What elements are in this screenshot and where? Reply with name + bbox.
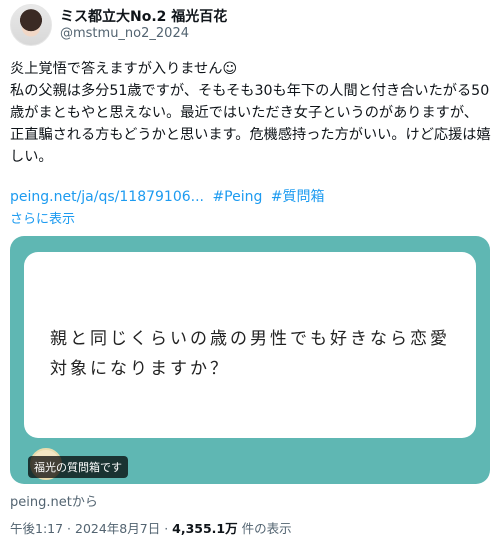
- hashtag-question-box[interactable]: #質問箱: [271, 189, 325, 205]
- author-display-name[interactable]: ミス都立大No.2 福光百花: [60, 6, 227, 26]
- tweet-text: 炎上覚悟で答えますが入りません☺ 私の父親は多分51歳ですが、そもそも30も年下…: [10, 61, 491, 165]
- show-more-link[interactable]: さらに表示: [10, 208, 75, 227]
- author-handle[interactable]: @mstmu_no2_2024: [60, 26, 189, 41]
- card-source[interactable]: peing.netから: [10, 491, 98, 510]
- view-count[interactable]: 4,355.1万: [172, 521, 238, 536]
- link-card[interactable]: 親と同じくらいの歳の男性でも好きなら恋愛対象になりますか？ 福光の質問箱です: [10, 236, 490, 484]
- peing-link[interactable]: peing.net/ja/qs/11879106...: [10, 189, 204, 205]
- view-count-label: 件の表示: [237, 521, 292, 536]
- meta-separator: ·: [63, 521, 75, 536]
- tweet-date[interactable]: 2024年8月7日: [75, 521, 160, 536]
- tweet-links: peing.net/ja/qs/11879106... #Peing #質問箱: [10, 186, 329, 206]
- tweet-time[interactable]: 午後1:17: [10, 521, 63, 536]
- hashtag-peing[interactable]: #Peing: [212, 189, 262, 205]
- card-badge: 福光の質問箱です: [28, 456, 128, 478]
- meta-separator: ·: [160, 521, 173, 536]
- question-panel: 親と同じくらいの歳の男性でも好きなら恋愛対象になりますか？: [24, 252, 476, 438]
- question-text: 親と同じくらいの歳の男性でも好きなら恋愛対象になりますか？: [50, 329, 450, 379]
- author-name-row[interactable]: ミス都立大No.2 福光百花: [60, 6, 227, 26]
- tweet-meta: 午後1:17 · 2024年8月7日 · 4,355.1万 件の表示: [10, 518, 292, 537]
- avatar[interactable]: [10, 4, 52, 46]
